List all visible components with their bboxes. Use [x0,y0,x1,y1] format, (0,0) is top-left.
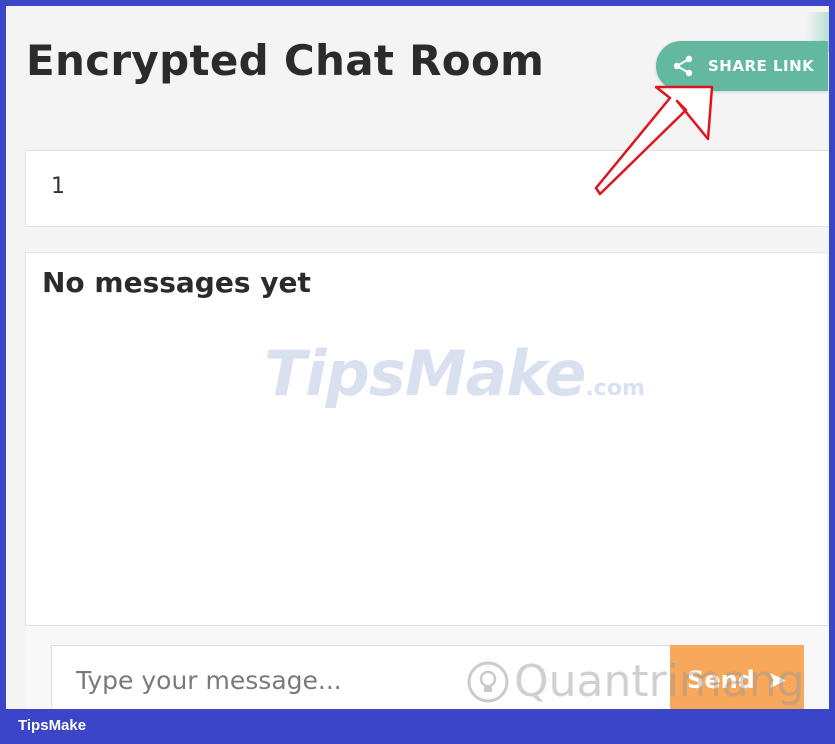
room-id-box: 1 [25,150,829,227]
page-title: Encrypted Chat Room [26,36,545,85]
tipsmake-watermark-suffix: .com [585,376,645,401]
tipsmake-watermark: TipsMake.com [264,337,645,410]
room-id: 1 [51,174,65,199]
quantrimang-watermark: Quantrimang [466,656,805,707]
browser-viewport: Encrypted Chat Room SHARE LINK 1 No mess… [6,6,829,709]
share-link-button[interactable]: SHARE LINK [656,41,828,91]
message-list[interactable]: No messages yet TipsMake.com [25,252,829,627]
share-link-label: SHARE LINK [708,57,815,75]
lightbulb-icon [467,661,509,702]
share-icon [671,54,695,78]
bottom-bar: TipsMake [0,710,835,744]
scrollbar[interactable] [827,253,829,627]
quantrimang-text: Quantrimang [514,656,805,707]
tipsmake-watermark-text: TipsMake [264,337,586,410]
brand-label: TipsMake [18,717,87,734]
empty-state: No messages yet [42,266,311,299]
